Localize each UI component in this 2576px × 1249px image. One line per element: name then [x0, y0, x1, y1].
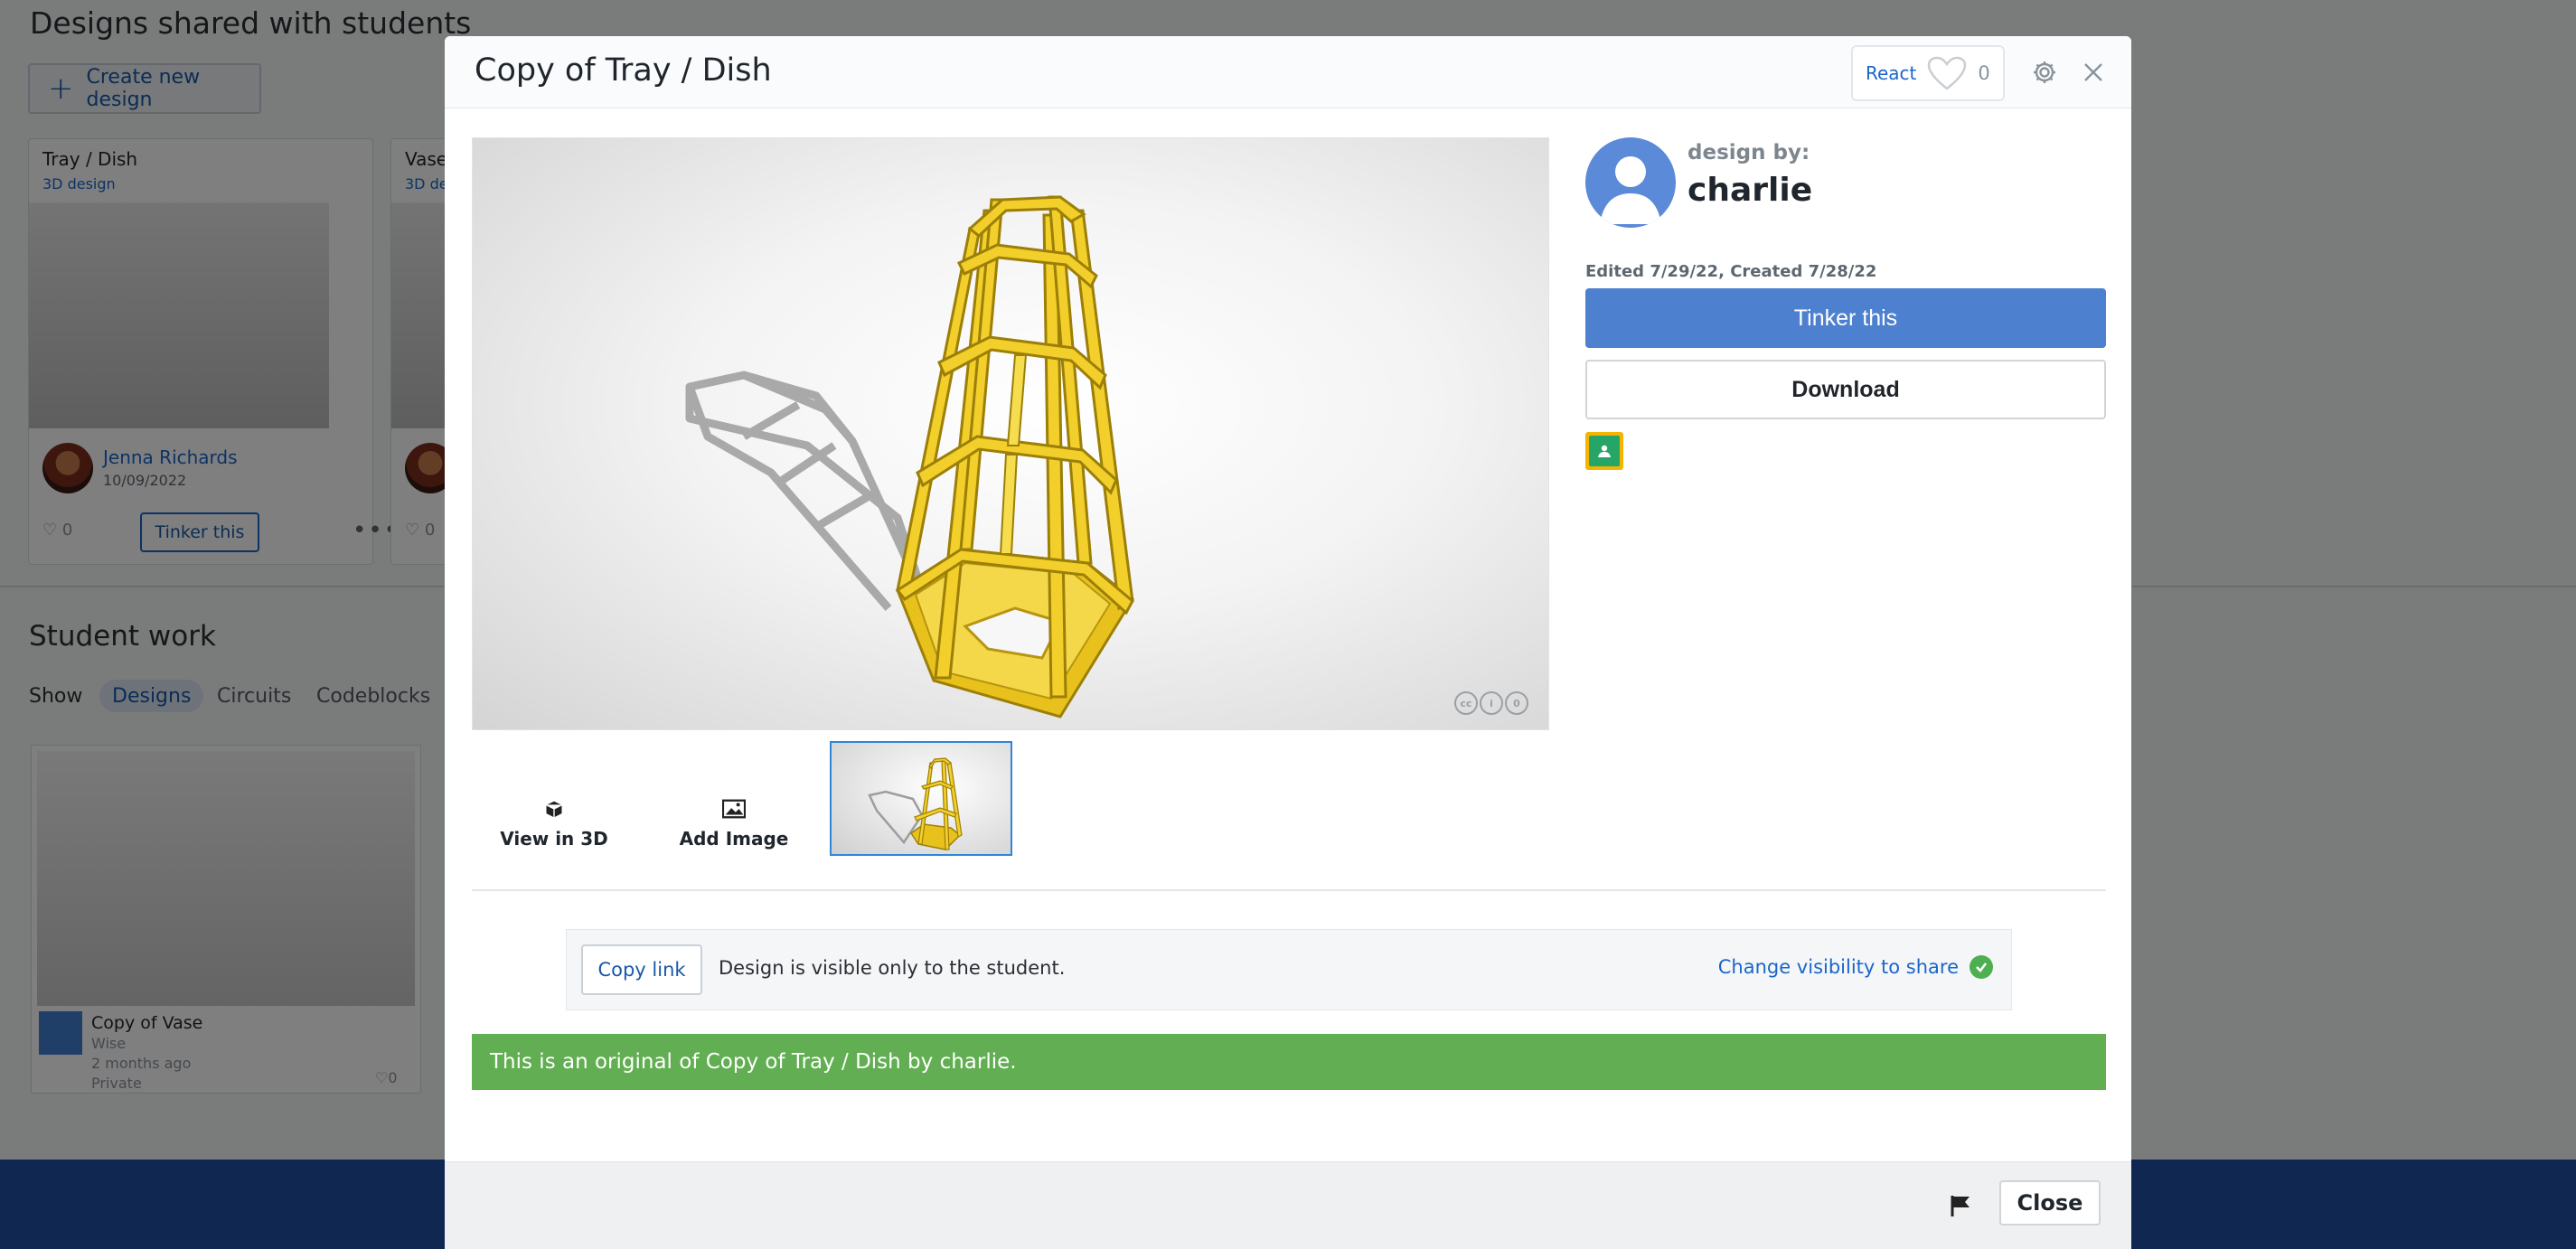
author-name[interactable]: charlie: [1688, 172, 1812, 209]
zero-icon: 0: [1505, 691, 1528, 715]
license-badge: cc i 0: [1454, 691, 1528, 715]
heart-icon: [1927, 56, 1967, 90]
react-count: 0: [1978, 62, 1990, 84]
view-in-3d-button[interactable]: View in 3D: [477, 770, 631, 878]
classroom-board: [1589, 436, 1620, 466]
add-image-button[interactable]: Add Image: [657, 770, 811, 878]
copy-link-button[interactable]: Copy link: [581, 944, 702, 995]
avatar[interactable]: [1585, 137, 1676, 228]
close-button[interactable]: Close: [1999, 1180, 2101, 1226]
modal-header: Copy of Tray / Dish React 0: [445, 36, 2131, 108]
default-user-icon: [1600, 156, 1661, 224]
react-button[interactable]: React 0: [1851, 45, 2005, 101]
share-panel: Copy link Design is visible only to the …: [566, 929, 2012, 1010]
attribution-icon: i: [1480, 691, 1503, 715]
original-design-banner: This is an original of Copy of Tray / Di…: [472, 1034, 2106, 1090]
add-image-label: Add Image: [679, 828, 789, 850]
flag-icon[interactable]: [1948, 1193, 1975, 1220]
modal-divider: [472, 889, 2106, 891]
close-icon[interactable]: [2075, 54, 2111, 90]
modal-title: Copy of Tray / Dish: [475, 52, 772, 89]
selected-image-thumbnail[interactable]: [830, 741, 1012, 856]
google-classroom-icon[interactable]: [1585, 432, 1623, 470]
view-in-3d-label: View in 3D: [500, 828, 608, 850]
change-visibility-label: Change visibility to share: [1717, 956, 1959, 978]
thumbnail-render: [868, 757, 963, 850]
design-preview-image[interactable]: cc i 0: [472, 137, 1549, 730]
cube-icon: [545, 800, 563, 819]
tinker-this-button[interactable]: Tinker this: [1585, 288, 2106, 348]
design-by-label: design by:: [1688, 141, 1810, 164]
react-label: React: [1866, 62, 1917, 84]
design-detail-modal: Copy of Tray / Dish React 0 cc i 0 View …: [445, 36, 2131, 1249]
shield-check-icon: [1970, 955, 1993, 979]
cc-icon: cc: [1454, 691, 1478, 715]
gear-icon[interactable]: [2026, 54, 2063, 90]
modal-footer: Close: [445, 1161, 2131, 1249]
visibility-status: Design is visible only to the student.: [719, 957, 1066, 979]
tower-model-render: [685, 195, 1134, 718]
change-visibility-link[interactable]: Change visibility to share: [1718, 955, 1993, 979]
download-button[interactable]: Download: [1585, 360, 2106, 419]
image-icon: [722, 799, 746, 819]
edited-created-dates: Edited 7/29/22, Created 7/28/22: [1585, 262, 1877, 281]
